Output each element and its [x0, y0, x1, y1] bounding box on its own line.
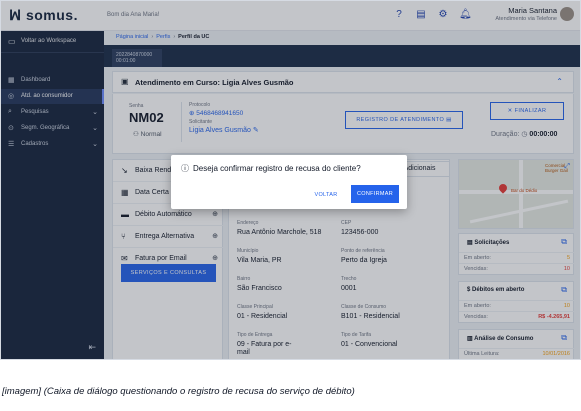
dialog-message: Deseja confirmar registro de recusa do c… — [193, 164, 361, 173]
info-icon: ⓘ — [181, 164, 189, 173]
voltar-button[interactable]: VOLTAR — [309, 188, 343, 202]
image-caption: [imagem] (Caixa de diálogo questionando … — [2, 386, 355, 397]
confirmar-button[interactable]: CONFIRMAR — [351, 185, 399, 203]
app-window: ꟽ somus. Bom dia Ana Maria! ? ▤ ⚙ 🔔︎ Mar… — [0, 0, 581, 360]
confirm-dialog: ⓘ Deseja confirmar registro de recusa do… — [171, 155, 407, 209]
